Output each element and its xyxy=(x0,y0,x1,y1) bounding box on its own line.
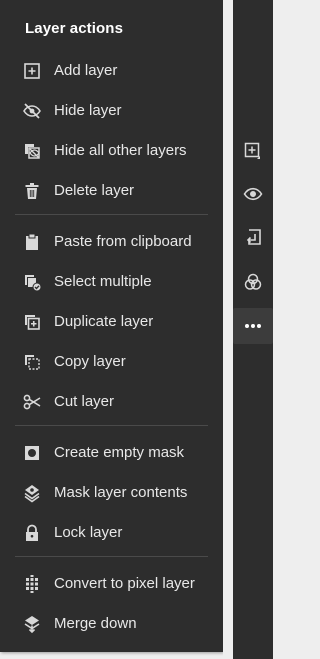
hide-others-icon xyxy=(22,141,42,161)
menu-item-hide-all-other-layers[interactable]: Hide all other layers xyxy=(0,136,223,166)
menu-item-label: Convert to pixel layer xyxy=(54,575,195,592)
rail-import-button[interactable] xyxy=(233,219,273,255)
merge-down-icon xyxy=(22,614,42,634)
menu-item-lock-layer[interactable]: Lock layer xyxy=(0,518,223,548)
menu-item-label: Mask layer contents xyxy=(54,484,188,501)
menu-item-copy-layer[interactable]: Copy layer xyxy=(0,347,223,377)
blend-icon xyxy=(243,272,263,292)
mask-contents-icon xyxy=(22,483,42,503)
menu-divider xyxy=(15,556,208,557)
menu-item-label: Cut layer xyxy=(54,393,115,410)
hide-eye-icon xyxy=(22,101,42,121)
menu-item-delete-layer[interactable]: Delete layer xyxy=(0,176,223,206)
import-icon xyxy=(243,227,263,247)
menu-item-cut-layer[interactable]: Cut layer xyxy=(0,387,223,417)
rail-more-button[interactable] xyxy=(233,308,273,344)
menu-item-label: Hide layer xyxy=(54,102,122,119)
rail-blend-button[interactable] xyxy=(233,264,273,300)
copy-icon xyxy=(22,352,42,372)
add-layer-icon xyxy=(22,61,42,81)
more-icon xyxy=(243,316,263,336)
menu-item-hide-layer[interactable]: Hide layer xyxy=(0,96,223,126)
rail-visibility-button[interactable] xyxy=(233,176,273,212)
menu-item-convert-to-pixel-layer[interactable]: Convert to pixel layer xyxy=(0,569,223,599)
eye-icon xyxy=(243,184,263,204)
menu-item-merge-down[interactable]: Merge down xyxy=(0,609,223,639)
menu-item-label: Add layer xyxy=(54,62,118,79)
menu-item-label: Create empty mask xyxy=(54,444,185,461)
add-layer-icon xyxy=(243,141,263,161)
menu-item-label: Delete layer xyxy=(54,182,135,199)
menu-item-label: Select multiple xyxy=(54,273,152,290)
menu-title: Layer actions xyxy=(25,20,124,37)
menu-item-add-layer[interactable]: Add layer xyxy=(0,56,223,86)
menu-divider xyxy=(15,425,208,426)
clipboard-icon xyxy=(22,232,42,252)
layer-actions-menu: Layer actions Add layer Hide layer Hide … xyxy=(0,0,223,652)
menu-item-label: Hide all other layers xyxy=(54,142,187,159)
menu-item-duplicate-layer[interactable]: Duplicate layer xyxy=(0,307,223,337)
select-multiple-icon xyxy=(22,272,42,292)
menu-item-mask-layer-contents[interactable]: Mask layer contents xyxy=(0,478,223,508)
menu-item-select-multiple[interactable]: Select multiple xyxy=(0,267,223,297)
mask-icon xyxy=(22,443,42,463)
menu-item-label: Paste from clipboard xyxy=(54,233,192,250)
rail-add-layer-button[interactable] xyxy=(233,133,273,169)
layer-action-rail xyxy=(233,0,273,659)
lock-icon xyxy=(22,523,42,543)
separator-gap xyxy=(223,0,233,659)
menu-item-label: Duplicate layer xyxy=(54,313,154,330)
menu-item-label: Copy layer xyxy=(54,353,126,370)
menu-item-paste-from-clipboard[interactable]: Paste from clipboard xyxy=(0,227,223,257)
trash-icon xyxy=(22,181,42,201)
duplicate-icon xyxy=(22,312,42,332)
menu-item-label: Lock layer xyxy=(54,524,123,541)
menu-divider xyxy=(15,214,208,215)
scissors-icon xyxy=(22,392,42,412)
pixel-layer-icon xyxy=(22,574,42,594)
menu-item-label: Merge down xyxy=(54,615,137,632)
menu-item-create-empty-mask[interactable]: Create empty mask xyxy=(0,438,223,468)
